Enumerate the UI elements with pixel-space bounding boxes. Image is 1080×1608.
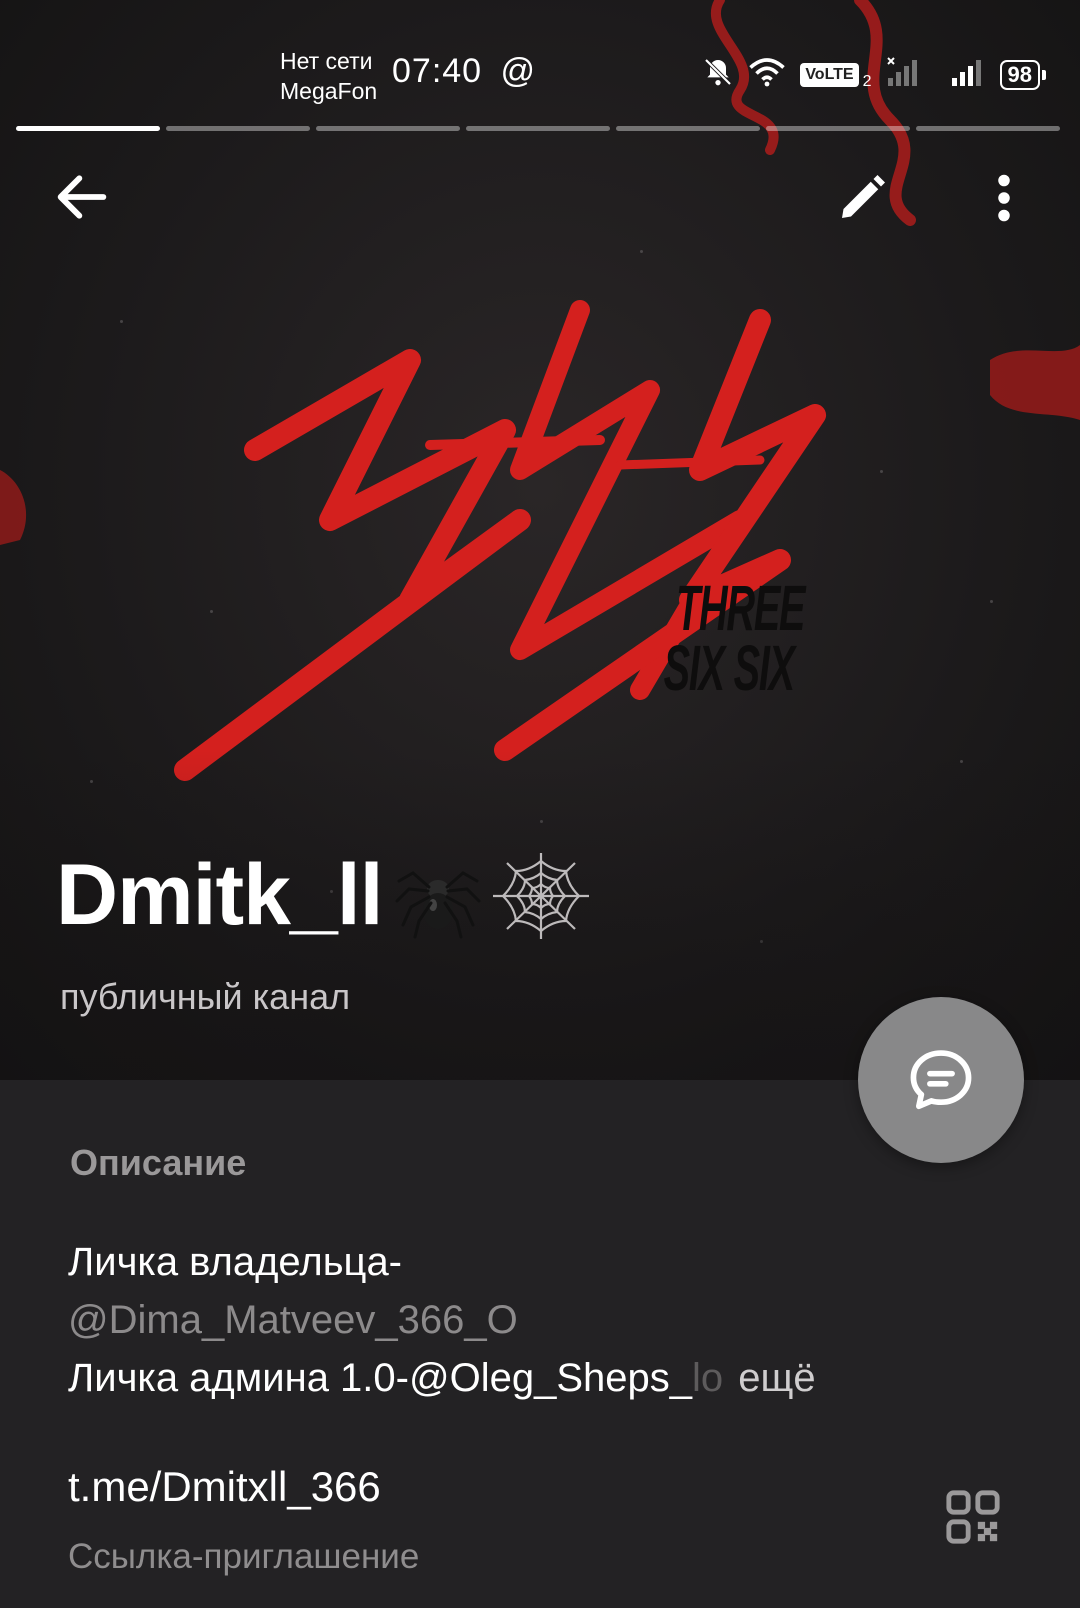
description-label: Описание — [70, 1142, 247, 1183]
more-options-button[interactable] — [984, 168, 1024, 228]
edit-button[interactable] — [832, 168, 892, 228]
progress-segment — [766, 126, 910, 131]
at-sign-icon: @ — [500, 52, 537, 90]
qr-code-icon — [946, 1490, 1000, 1544]
invite-link-caption: Ссылка-приглашение — [68, 1537, 420, 1576]
progress-segment-active — [16, 126, 160, 131]
invite-link[interactable]: t.me/Dmitxll_366 — [68, 1463, 381, 1511]
back-button[interactable] — [50, 165, 114, 229]
signal-sim2-icon — [886, 56, 922, 93]
show-more-link[interactable]: ещё — [738, 1356, 815, 1400]
description-line-admin: Личка админа 1.0-@Oleg_Sheps_lo ещё — [68, 1356, 816, 1400]
progress-segment — [166, 126, 310, 131]
description-text[interactable]: Личка владельца- @Dima_Matveev_366_O Лич… — [68, 1233, 1008, 1407]
sim-slot-label: 2 — [862, 72, 872, 90]
story-progress — [16, 126, 1060, 131]
signal-sim1-icon — [950, 56, 986, 93]
progress-segment — [616, 126, 760, 131]
pencil-icon — [842, 175, 885, 218]
progress-segment — [916, 126, 1060, 131]
message-bubble-icon — [910, 1050, 972, 1110]
channel-emoji — [393, 851, 595, 941]
status-icons: VoLTE 2 98 — [702, 56, 1047, 93]
more-vertical-icon — [998, 174, 1010, 222]
owner-username-link[interactable]: @Dima_Matveev_366_O — [68, 1291, 1008, 1349]
discuss-button[interactable] — [858, 997, 1024, 1163]
spiderweb-icon — [492, 852, 589, 939]
status-bar: Нет сети MegaFon 07:40 @ VoLTE 2 98 — [0, 0, 1080, 130]
cover-logo-text: THREE SIX SIX — [663, 572, 806, 704]
wifi-icon — [748, 57, 786, 92]
volte-badge: VoLTE — [800, 62, 859, 87]
channel-name: Dmitk_ll — [56, 847, 384, 943]
battery-icon: 98 — [999, 59, 1047, 90]
clock: 07:40 @ — [392, 52, 537, 90]
bell-muted-icon — [702, 56, 734, 93]
description-line-owner: Личка владельца- — [68, 1240, 403, 1284]
channel-header: Dmitk_ll — [56, 846, 595, 945]
qr-code-button[interactable] — [944, 1488, 1002, 1546]
carrier-info: Нет сети MegaFon — [280, 48, 378, 104]
spider-icon — [395, 870, 481, 938]
channel-type: публичный канал — [60, 976, 351, 1017]
progress-segment — [466, 126, 610, 131]
progress-segment — [316, 126, 460, 131]
arrow-left-icon — [57, 175, 107, 219]
